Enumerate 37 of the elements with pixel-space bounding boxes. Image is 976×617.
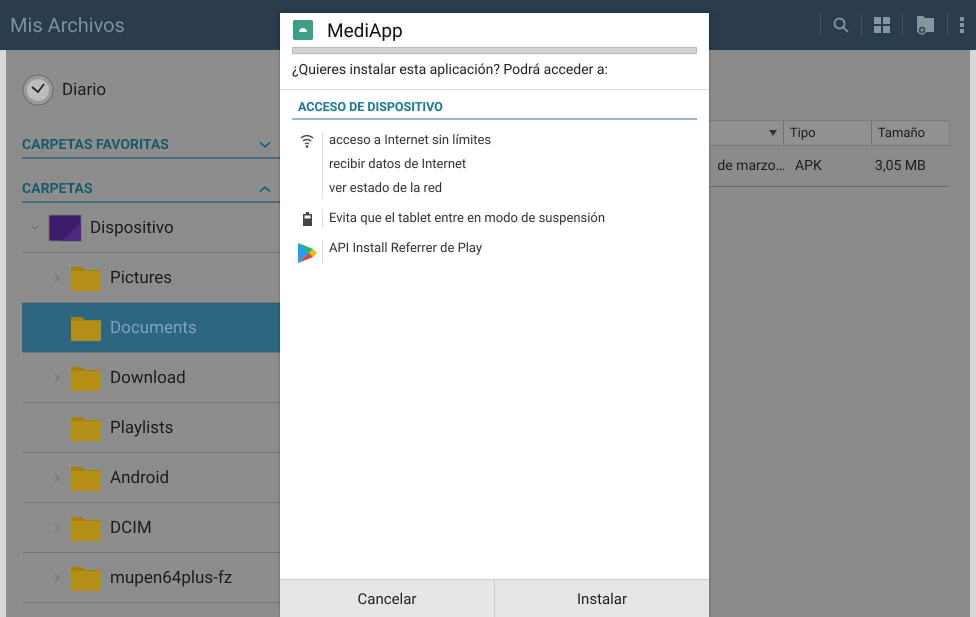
folder-tree-item[interactable]: Playlists	[22, 403, 280, 453]
wifi-icon	[300, 134, 314, 148]
grid-icon	[874, 17, 890, 33]
search-icon	[833, 17, 849, 33]
more-icon	[960, 17, 964, 33]
recent-item[interactable]: Diario	[22, 65, 280, 115]
table-cell-text: 3,05 MB	[874, 158, 927, 174]
folder-tree-item[interactable]: Dispositivo	[22, 203, 280, 253]
column-header[interactable]: Tipo	[782, 121, 871, 145]
clock-icon	[22, 74, 54, 106]
folder-tree-item[interactable]: DCIM	[22, 503, 280, 553]
column-header[interactable]: Tamaño	[870, 121, 949, 145]
chevron-icon[interactable]	[53, 472, 61, 482]
chevron-icon[interactable]	[53, 372, 61, 382]
section-header: ACCESO DE DISPOSITIVO	[292, 100, 697, 120]
chevron-icon[interactable]	[31, 222, 39, 232]
permission-text: Evita que el tablet entre en modo de suspensión	[329, 210, 606, 228]
chevron-icon[interactable]	[53, 522, 61, 532]
permission-text: API Install Referrer de Play	[329, 240, 482, 258]
chevron-icon[interactable]	[53, 572, 61, 582]
folder-add-icon	[915, 15, 935, 35]
dialog-title: MediApp	[327, 18, 403, 42]
permission-text: recibir datos de Internet	[329, 156, 468, 174]
dialog-message: ¿Quieres instalar esta aplicación? Podrá acceder a:	[280, 54, 709, 90]
chevron-icon[interactable]	[53, 272, 61, 282]
play-store-icon	[297, 242, 317, 264]
folder-tree-item[interactable]: Android	[22, 453, 280, 503]
permission-text: ver estado de la red	[329, 180, 444, 198]
sort-arrow-icon	[768, 130, 777, 136]
permission-text: acceso a Internet sin límites	[329, 132, 492, 150]
folder-tree-item[interactable]: mupen64plus-fz	[22, 553, 280, 603]
table-cell-text: APK	[794, 158, 823, 174]
app-title: Mis Archivos	[10, 13, 125, 37]
battery-icon	[302, 212, 312, 226]
folder-tree-item[interactable]: Download	[22, 353, 280, 403]
table-cell-text: de marzo…	[716, 158, 786, 174]
device-icon	[48, 214, 82, 242]
